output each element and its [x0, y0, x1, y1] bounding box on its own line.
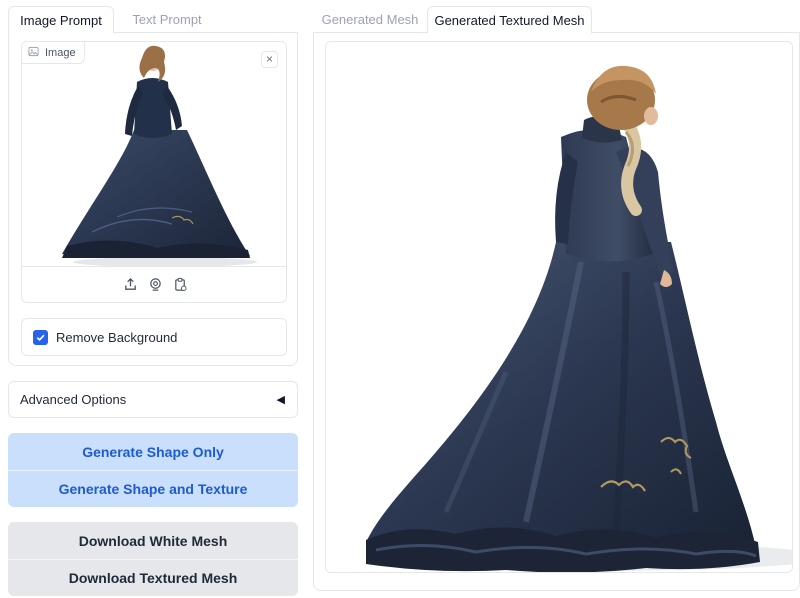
textured-mesh-render — [326, 42, 792, 572]
generate-shape-and-texture-button[interactable]: Generate Shape and Texture — [8, 470, 298, 507]
output-panel — [313, 33, 800, 591]
image-field-label: Image — [22, 42, 85, 64]
webcam-icon[interactable] — [148, 277, 163, 292]
generate-shape-only-button[interactable]: Generate Shape Only — [8, 433, 298, 470]
input-tabs: Image Prompt Text Prompt — [8, 6, 298, 34]
output-tabs: Generated Mesh Generated Textured Mesh — [313, 6, 800, 34]
remove-background-option[interactable]: Remove Background — [21, 318, 287, 356]
image-label-text: Image — [45, 46, 76, 59]
image-prompt-panel: Image × Remove Background — [8, 33, 298, 366]
advanced-options-accordion[interactable]: Advanced Options ◀ — [8, 381, 298, 418]
collapse-caret-icon: ◀ — [276, 394, 285, 406]
remove-background-label: Remove Background — [56, 329, 178, 345]
remove-background-checkbox[interactable] — [33, 329, 48, 345]
upload-icon[interactable] — [123, 277, 138, 292]
input-image-preview — [22, 42, 286, 266]
image-source-toolbar — [22, 266, 286, 302]
clipboard-icon[interactable] — [173, 277, 188, 292]
tab-generated-textured-mesh[interactable]: Generated Textured Mesh — [427, 6, 592, 34]
image-upload-area[interactable]: Image × — [21, 41, 287, 303]
tab-image-prompt[interactable]: Image Prompt — [8, 6, 114, 34]
tab-text-prompt[interactable]: Text Prompt — [114, 6, 220, 34]
tab-generated-mesh[interactable]: Generated Mesh — [313, 6, 427, 34]
image-icon — [28, 46, 39, 60]
clear-image-button[interactable]: × — [261, 51, 278, 68]
download-textured-mesh-button[interactable]: Download Textured Mesh — [8, 559, 298, 596]
advanced-options-label: Advanced Options — [20, 392, 127, 407]
download-white-mesh-button[interactable]: Download White Mesh — [8, 522, 298, 559]
model-3d-viewer[interactable] — [325, 41, 793, 573]
generate-button-group: Generate Shape Only Generate Shape and T… — [8, 433, 298, 507]
download-button-group: Download White Mesh Download Textured Me… — [8, 522, 298, 596]
